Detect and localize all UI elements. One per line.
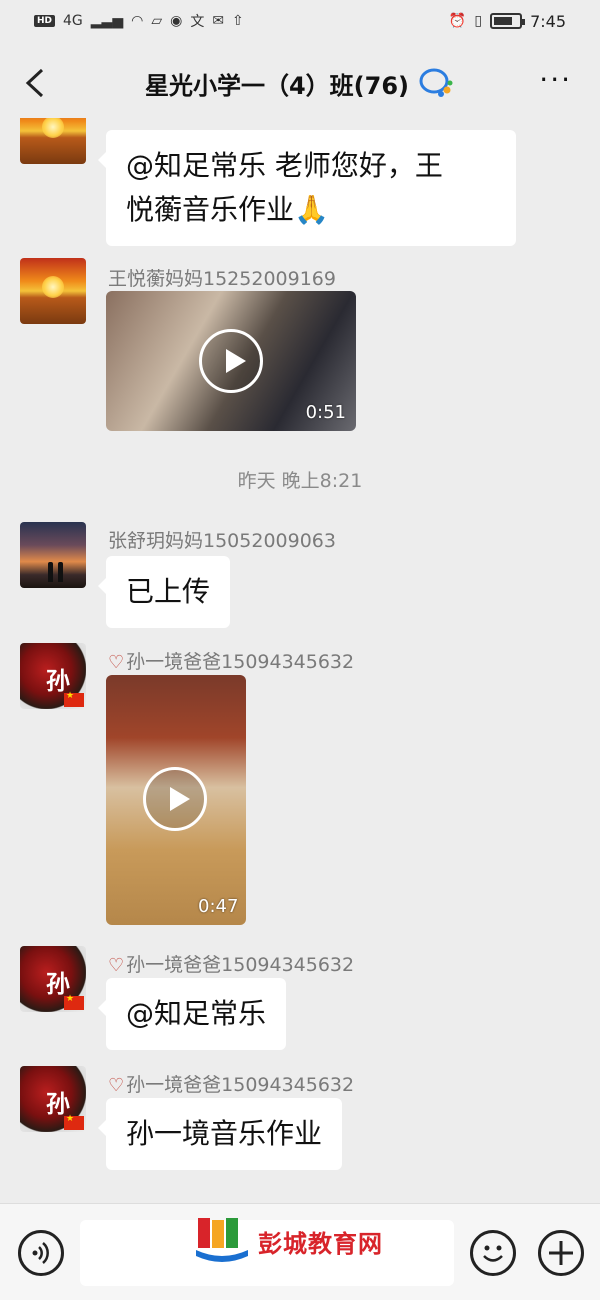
chat-area[interactable]: @知足常乐 老师您好，王 悦蘅音乐作业🙏 王悦蘅妈妈15252009169 0:… [0, 118, 600, 1203]
avatar[interactable]: 孙 [20, 1066, 86, 1132]
flag-icon [64, 691, 84, 707]
emoji-icon[interactable] [470, 1230, 516, 1276]
file-icon: ▱ [151, 13, 163, 29]
avatar[interactable] [20, 118, 86, 164]
sender-name: 张舒玥妈妈15052009063 [108, 530, 336, 552]
message-line-2: 悦蘅音乐作业🙏 [126, 193, 329, 226]
chat-title: 星光小学一（4）班(76) [144, 71, 410, 100]
message-bubble[interactable]: @知足常乐 [97, 978, 287, 1050]
silhouette-left [48, 562, 53, 582]
voice-icon[interactable] [18, 1230, 64, 1276]
wechat-icon: ♡ [108, 652, 125, 673]
back-arrow-icon[interactable] [22, 66, 52, 100]
flag-icon [64, 994, 84, 1010]
video-duration: 0:47 [198, 896, 239, 917]
translate-icon: 文 [190, 14, 205, 30]
video-duration: 0:51 [305, 402, 346, 423]
alarm-icon: ⏰ [448, 13, 467, 29]
upload-icon: ⇧ [232, 13, 244, 29]
watermark: 彭城教育网 [194, 1216, 383, 1266]
vibrate-icon: ▯ [474, 13, 483, 29]
hd-badge: HD [34, 15, 56, 27]
sun-graphic [42, 276, 64, 298]
mail-icon: ✉ [212, 13, 225, 29]
wifi-icon: ◠ [131, 13, 144, 29]
plus-icon[interactable] [538, 1230, 584, 1276]
avatar[interactable]: 孙 [20, 643, 86, 709]
title-wrap: 星光小学一（4）班(76) [145, 66, 455, 101]
sun-graphic [42, 118, 64, 138]
signal-icon: ▂▃▅ [90, 13, 124, 29]
sender-text: 孙一境爸爸15094345632 [126, 651, 355, 673]
video-thumbnail[interactable]: 0:47 [106, 675, 246, 925]
watermark-text: 彭城教育网 [258, 1229, 383, 1258]
qq-icon: ◉ [170, 13, 183, 29]
sender-name: ♡ 孙一境爸爸15094345632 [108, 647, 354, 674]
message-bubble[interactable]: @知足常乐 老师您好，王 悦蘅音乐作业🙏 [98, 130, 516, 246]
book-logo-icon [196, 1218, 248, 1262]
status-bar: HD 4G ▂▃▅ ◠ ▱ ◉ 文 ✉ ⇧ ⏰ ▯ 7:45 [0, 0, 600, 42]
wechat-icon: ♡ [108, 955, 125, 976]
play-icon[interactable] [199, 329, 263, 393]
silhouette-right [58, 562, 63, 582]
wecom-group-icon [419, 68, 453, 97]
network-type: 4G [63, 13, 83, 29]
nav-bar: 星光小学一（4）班(76) ··· [0, 48, 600, 118]
status-left: HD 4G ▂▃▅ ◠ ▱ ◉ 文 ✉ ⇧ [34, 11, 244, 31]
sender-name: ♡ 孙一境爸爸15094345632 [108, 950, 354, 977]
sender-name: ♡ 孙一境爸爸15094345632 [108, 1070, 354, 1097]
status-time: 7:45 [530, 11, 566, 31]
time-divider: 昨天 晚上8:21 [237, 470, 363, 492]
battery-icon [490, 13, 526, 29]
play-icon[interactable] [143, 767, 207, 831]
avatar[interactable]: 孙 [20, 946, 86, 1012]
wechat-icon: ♡ [108, 1075, 125, 1096]
sender-name: 王悦蘅妈妈15252009169 [108, 268, 336, 290]
avatar[interactable] [20, 522, 86, 588]
message-bubble[interactable]: 孙一境音乐作业 [97, 1098, 343, 1170]
sender-text: 孙一境爸爸15094345632 [126, 954, 355, 976]
message-line-1: @知足常乐 老师您好，王 [126, 149, 443, 182]
video-thumbnail[interactable]: 0:51 [106, 291, 356, 431]
more-icon[interactable]: ··· [539, 66, 572, 94]
sender-text: 孙一境爸爸15094345632 [126, 1074, 355, 1096]
message-bubble[interactable]: 已上传 [97, 556, 231, 628]
flag-icon [64, 1114, 84, 1130]
avatar[interactable] [20, 258, 86, 324]
status-right: ⏰ ▯ 7:45 [449, 12, 566, 31]
